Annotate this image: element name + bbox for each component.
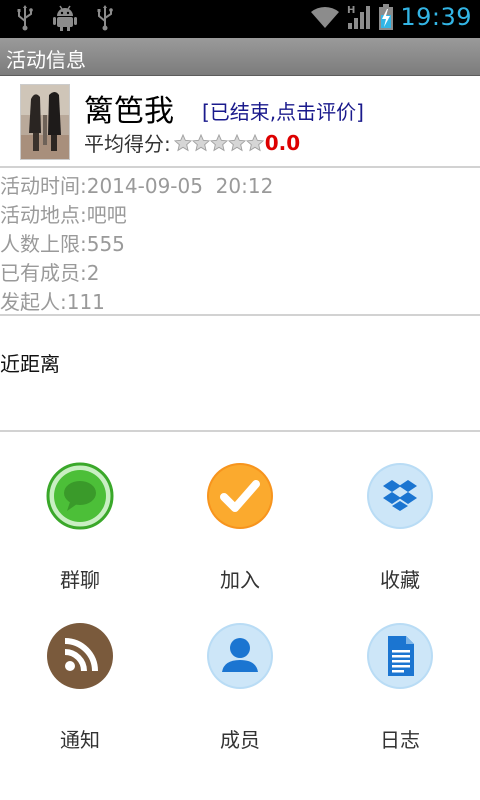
favorite-button[interactable]: 收藏 [320, 446, 480, 606]
document-icon [367, 623, 433, 689]
usb-icon [97, 5, 113, 31]
event-location: 活动地点:吧吧 [0, 203, 127, 227]
avatar[interactable] [20, 84, 70, 160]
rating-label: 平均得分: [84, 132, 171, 156]
clock: 19:39 [400, 3, 472, 31]
members-label: 成员 [220, 728, 260, 752]
event-header: 篱笆我 [已结束,点击评价] 平均得分: 0.0 [0, 76, 480, 167]
divider [0, 430, 480, 432]
rating-value: 0.0 [264, 130, 301, 155]
event-time: 活动时间:2014-09-05 20:12 [0, 174, 274, 198]
star-icon [227, 133, 246, 151]
person-icon [207, 623, 273, 689]
favorite-label: 收藏 [380, 568, 420, 592]
system-icons: H 19:39 [310, 3, 472, 31]
notification-label: 通知 [60, 728, 100, 752]
event-status-link[interactable]: [已结束,点击评价] [202, 96, 364, 125]
event-name: 篱笆我 [84, 94, 174, 129]
divider [0, 166, 480, 168]
join-label: 加入 [220, 568, 260, 592]
rating-row: 平均得分: 0.0 [84, 128, 300, 157]
divider [0, 314, 480, 316]
event-initiator: 发起人:111 [0, 290, 105, 314]
notification-button[interactable]: 通知 [0, 606, 160, 766]
rating-stars [173, 133, 264, 152]
log-button[interactable]: 日志 [320, 606, 480, 766]
group-chat-label: 群聊 [60, 568, 100, 592]
log-label: 日志 [380, 728, 420, 752]
status-bar: H 19:39 [0, 0, 480, 38]
event-info: 活动时间:2014-09-05 20:12 活动地点:吧吧 人数上限:555 已… [0, 172, 480, 317]
star-icon [245, 133, 264, 151]
usb-icon [17, 5, 33, 31]
star-icon [191, 133, 210, 151]
action-grid: 群聊 加入 收藏 通知 成员 日志 [0, 446, 480, 786]
chat-bubble-icon [46, 462, 114, 530]
star-icon [173, 133, 192, 151]
svg-text:H: H [347, 5, 355, 16]
event-members: 已有成员:2 [0, 261, 100, 285]
rss-icon [47, 623, 113, 689]
star-icon [209, 133, 228, 151]
signal-h-icon: H [347, 5, 371, 29]
wifi-icon [311, 6, 340, 29]
battery-charging-icon [379, 4, 394, 30]
event-capacity: 人数上限:555 [0, 232, 125, 256]
members-button[interactable]: 成员 [160, 606, 320, 766]
event-description: 近距离 [0, 352, 60, 376]
dropbox-icon [367, 463, 433, 529]
group-chat-button[interactable]: 群聊 [0, 446, 160, 606]
android-debug-icon [53, 5, 77, 31]
checkmark-icon [207, 463, 273, 529]
page-title: 活动信息 [6, 48, 86, 72]
join-button[interactable]: 加入 [160, 446, 320, 606]
notification-icons [12, 4, 118, 32]
title-bar: 活动信息 [0, 38, 480, 76]
